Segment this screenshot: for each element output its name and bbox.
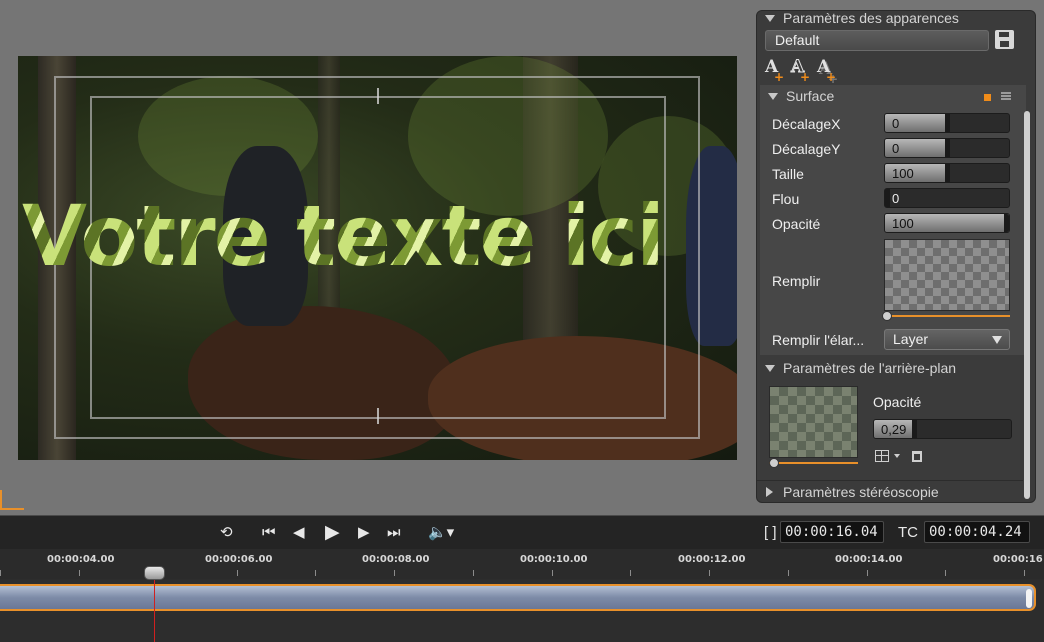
title-text[interactable]: Votre texte ici: [22, 194, 665, 278]
add-text-edge-icon[interactable]: A +: [791, 57, 811, 85]
offset-x-value: 0: [892, 116, 900, 131]
save-preset-icon[interactable]: [995, 30, 1014, 49]
go-to-start-icon[interactable]: ⏮: [262, 524, 276, 542]
ruler-label: 00:00:06.00: [205, 554, 273, 565]
blur-label: Flou: [772, 191, 800, 207]
fill-mode-label: Remplir l'élar...: [772, 332, 865, 348]
center-tick-top: [377, 88, 379, 104]
timeline-track: [0, 579, 1044, 642]
ruler-tick: [394, 570, 395, 576]
playhead-line[interactable]: [154, 576, 155, 642]
properties-panel: Paramètres des apparences Default A + A + …: [756, 10, 1036, 503]
collapse-arrow-icon[interactable]: [768, 92, 778, 100]
background-header-label: Paramètres de l'arrière-plan: [783, 360, 957, 376]
layer-color-icon[interactable]: [984, 94, 991, 101]
ruler-label: 00:00:10.00: [520, 554, 588, 565]
panel-scrollbar[interactable]: [1024, 111, 1030, 499]
tc-label: TC: [898, 524, 918, 541]
duration-label: [ ]: [764, 524, 777, 541]
add-text-face-icon[interactable]: A +: [765, 57, 785, 84]
step-back-icon[interactable]: ◀: [293, 524, 305, 542]
appearance-header-label: Paramètres des apparences: [783, 10, 959, 26]
add-text-shadow-icon[interactable]: A +: [817, 57, 837, 84]
ruler-label: 00:00:04.00: [47, 554, 115, 565]
background-gradient-knob[interactable]: [769, 458, 779, 468]
clip-trim-handle[interactable]: [1026, 589, 1032, 608]
fill-label: Remplir: [772, 273, 821, 289]
ruler-label: 00:00:12.00: [678, 554, 746, 565]
ruler-tick: [630, 570, 631, 576]
preset-field[interactable]: Default: [765, 30, 989, 51]
background-opacity-value: 0,29: [881, 422, 907, 437]
ruler-tick: [552, 570, 553, 576]
offset-y-label: DécalageY: [772, 141, 841, 157]
dropdown-arrow-icon: [992, 336, 1002, 344]
ruler-tick: [315, 570, 316, 576]
loop-icon[interactable]: ⟲: [220, 524, 233, 542]
stereo-header-label: Paramètres stéréoscopie: [783, 483, 939, 500]
fill-mode-value: Layer: [893, 331, 929, 347]
ruler-label: 00:00:08.00: [362, 554, 430, 565]
background-opacity-slider[interactable]: 0,29: [873, 419, 1012, 439]
ruler-tick: [473, 570, 474, 576]
current-timecode[interactable]: 00:00:04.24: [924, 521, 1030, 543]
fill-mode-dropdown[interactable]: Layer: [884, 329, 1010, 350]
collapse-arrow-icon[interactable]: [765, 364, 775, 372]
appearance-section-header[interactable]: Paramètres des apparences: [757, 7, 1023, 29]
fill-gradient-knob[interactable]: [882, 311, 892, 321]
ruler-tick: [788, 570, 789, 576]
ruler-tick: [709, 570, 710, 576]
playhead-handle[interactable]: [144, 566, 165, 580]
size-label: Taille: [772, 166, 804, 182]
surface-header-label: Surface: [786, 88, 835, 104]
opacity-slider[interactable]: 100: [884, 213, 1010, 233]
ruler-tick: [867, 570, 868, 576]
ruler-label: 00:00:16: [993, 554, 1043, 565]
ruler-tick: [0, 570, 1, 576]
fill-swatch[interactable]: [884, 239, 1010, 311]
step-forward-icon[interactable]: ▶: [358, 524, 370, 542]
trash-icon[interactable]: [912, 451, 922, 462]
ruler-label: 00:00:14.00: [835, 554, 903, 565]
size-value: 100: [892, 166, 914, 181]
offset-x-label: DécalageX: [772, 116, 841, 132]
background-section-header[interactable]: Paramètres de l'arrière-plan: [757, 357, 1023, 379]
blur-slider[interactable]: 0: [884, 188, 1010, 208]
corner-marker: [0, 490, 24, 510]
duration-timecode[interactable]: 00:00:16.04: [780, 521, 884, 543]
transport-bar: ⟲ ⏮ ◀ ▶ ▶ ⏭ 🔈▾ [ ] 00:00:16.04 TC 00:00:…: [0, 515, 1044, 549]
center-tick-bottom: [377, 408, 379, 424]
video-preview[interactable]: Votre texte ici: [18, 56, 737, 460]
offset-y-value: 0: [892, 141, 900, 156]
expand-arrow-icon[interactable]: [766, 486, 773, 497]
chevron-down-icon[interactable]: [894, 454, 900, 458]
title-clip[interactable]: [0, 584, 1036, 611]
opacity-label: Opacité: [772, 216, 821, 232]
collapse-arrow-icon[interactable]: [765, 14, 775, 22]
background-opacity-label: Opacité: [873, 394, 922, 410]
stereo-section-header[interactable]: Paramètres stéréoscopie: [757, 480, 1023, 502]
surface-section: Surface DécalageX 0 DécalageY 0 Taille 1…: [760, 85, 1026, 355]
size-slider[interactable]: 100: [884, 163, 1010, 183]
background-gradient-bar[interactable]: [769, 462, 858, 464]
grid-icon[interactable]: [875, 450, 889, 462]
offset-x-slider[interactable]: 0: [884, 113, 1010, 133]
ruler-tick: [945, 570, 946, 576]
volume-icon[interactable]: 🔈▾: [428, 524, 454, 542]
menu-lines-icon[interactable]: [1001, 92, 1011, 100]
ruler-tick: [79, 570, 80, 576]
opacity-value: 100: [892, 216, 914, 231]
text-layer-tools: A + A + A +: [765, 57, 837, 85]
ruler-tick: [237, 570, 238, 576]
blur-value: 0: [892, 191, 900, 206]
background-swatch[interactable]: [769, 386, 858, 458]
offset-y-slider[interactable]: 0: [884, 138, 1010, 158]
fill-gradient-bar[interactable]: [884, 315, 1010, 317]
go-to-end-icon[interactable]: ⏭: [387, 524, 401, 542]
play-icon[interactable]: ▶: [325, 523, 340, 542]
ruler-tick: [1024, 570, 1025, 576]
